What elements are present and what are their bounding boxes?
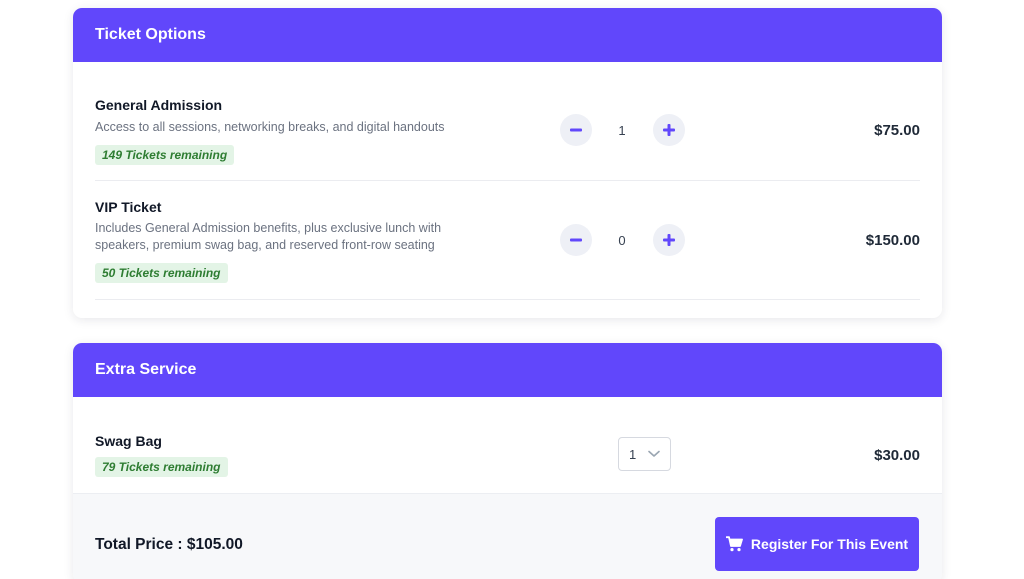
ticket-description: Includes General Admission benefits, plu… (95, 221, 442, 252)
register-button[interactable]: Register For This Event (715, 517, 919, 571)
extra-service-title: Extra Service (95, 361, 197, 378)
ticket-title: VIP Ticket (95, 199, 162, 215)
plus-icon (663, 124, 675, 136)
quantity-select[interactable]: 1 (618, 437, 671, 471)
order-footer: Total Price : $105.00 Register For This … (73, 493, 942, 579)
ticket-title: General Admission (95, 97, 223, 113)
decrease-quantity-button[interactable] (560, 114, 592, 146)
extra-title: Swag Bag (95, 433, 162, 449)
extra-row-swag-bag: Swag Bag 79 Tickets remaining 1 $30.00 (95, 397, 920, 493)
total-price: Total Price : $105.00 (95, 536, 243, 553)
register-button-label: Register For This Event (750, 536, 909, 552)
decrease-quantity-button[interactable] (560, 224, 592, 256)
increase-quantity-button[interactable] (653, 224, 685, 256)
chevron-down-icon (648, 450, 660, 457)
increase-quantity-button[interactable] (653, 114, 685, 146)
extra-price: $30.00 (874, 447, 920, 464)
ticket-options-header: Ticket Options (73, 8, 942, 62)
ticket-row-general-admission: General Admission Access to all sessions… (95, 62, 920, 181)
quantity-value: 1 (618, 123, 626, 138)
cart-icon (725, 536, 743, 552)
ticket-price: $75.00 (874, 122, 920, 139)
ticket-description: Access to all sessions, networking break… (95, 120, 445, 134)
tickets-remaining-badge: 79 Tickets remaining (95, 457, 228, 477)
tickets-remaining-badge: 50 Tickets remaining (95, 263, 228, 283)
quantity-select-value: 1 (629, 446, 637, 462)
ticket-price: $150.00 (865, 232, 920, 249)
minus-icon (570, 238, 582, 242)
minus-icon (570, 128, 582, 132)
quantity-value: 0 (618, 233, 626, 248)
ticket-options-title: Ticket Options (95, 26, 206, 43)
plus-icon (663, 234, 675, 246)
ticket-options-card: Ticket Options General Admission Access … (73, 8, 942, 318)
extra-service-card: Extra Service Swag Bag 79 Tickets remain… (73, 343, 942, 579)
ticket-row-vip: VIP Ticket Includes General Admission be… (95, 181, 920, 300)
tickets-remaining-badge: 149 Tickets remaining (95, 145, 235, 165)
extra-service-header: Extra Service (73, 343, 942, 397)
